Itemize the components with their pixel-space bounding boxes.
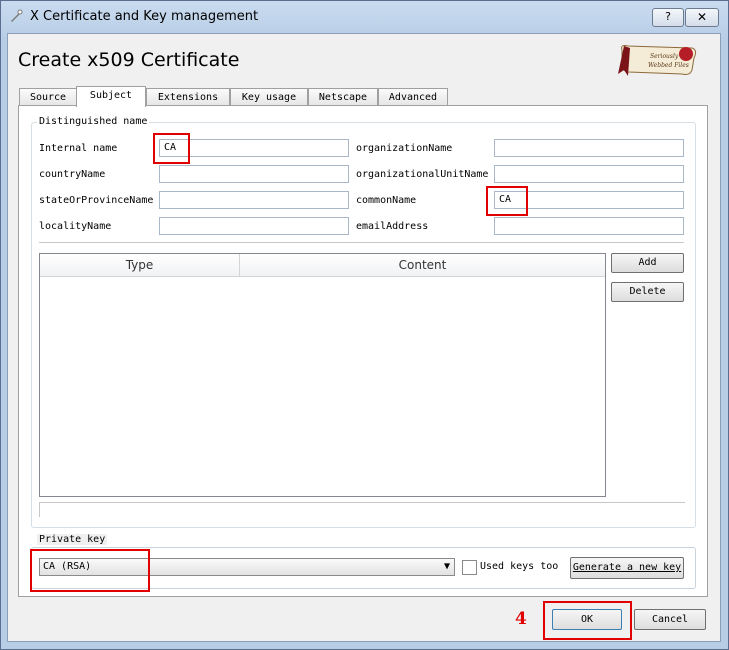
state-input[interactable] [159, 191, 349, 209]
add-button[interactable]: Add [611, 253, 684, 273]
country-label: countryName [39, 169, 106, 180]
locality-input[interactable] [159, 217, 349, 235]
cancel-button[interactable]: Cancel [634, 609, 706, 630]
extra-attributes-table[interactable]: Type Content [39, 253, 606, 497]
title-bar: X Certificate and Key management ? ✕ [0, 0, 729, 34]
internal-name-label: Internal name [39, 143, 118, 154]
tab-advanced[interactable]: Advanced [378, 88, 448, 106]
svg-text:Seriously: Seriously [650, 53, 679, 60]
app-icon [8, 8, 24, 24]
tab-subject[interactable]: Subject [76, 86, 146, 107]
page-title: Create x509 Certificate [18, 49, 240, 71]
highlight-internal-name [153, 133, 190, 164]
column-header-content[interactable]: Content [240, 254, 605, 277]
help-button[interactable]: ? [652, 8, 684, 27]
distinguished-name-title: Distinguished name [37, 116, 150, 127]
highlight-private-key [30, 549, 150, 592]
tab-extensions[interactable]: Extensions [146, 88, 230, 106]
window-title: X Certificate and Key management [30, 9, 259, 24]
email-input[interactable] [494, 217, 684, 235]
divider [39, 242, 684, 243]
organization-input[interactable] [494, 139, 684, 157]
close-button[interactable]: ✕ [685, 8, 719, 27]
used-keys-checkbox[interactable] [462, 560, 477, 575]
svg-text:Webbed Files: Webbed Files [648, 62, 689, 69]
email-label: emailAddress [356, 221, 429, 232]
org-unit-input[interactable] [494, 165, 684, 183]
common-name-label: commonName [356, 195, 417, 206]
country-input[interactable] [159, 165, 349, 183]
app-logo: Seriously Webbed Files [614, 40, 700, 80]
tab-source[interactable]: Source [19, 88, 77, 106]
private-key-title: Private key [37, 534, 108, 545]
state-label: stateOrProvinceName [39, 195, 154, 206]
locality-label: localityName [39, 221, 112, 232]
ok-button[interactable]: OK [552, 609, 622, 630]
step-number-annotation: 4 [515, 609, 527, 629]
generate-new-key-button[interactable]: Generate a new key [570, 557, 684, 579]
organization-label: organizationName [356, 143, 453, 154]
table-footer-strip [39, 502, 685, 517]
highlight-common-name [486, 186, 528, 216]
tab-key-usage[interactable]: Key usage [230, 88, 308, 106]
delete-button[interactable]: Delete [611, 282, 684, 302]
column-header-type[interactable]: Type [40, 254, 240, 277]
org-unit-label: organizationalUnitName [356, 169, 489, 180]
used-keys-label: Used keys too [480, 561, 559, 572]
tab-netscape[interactable]: Netscape [308, 88, 378, 106]
dropdown-arrow-icon: ▼ [443, 561, 450, 572]
